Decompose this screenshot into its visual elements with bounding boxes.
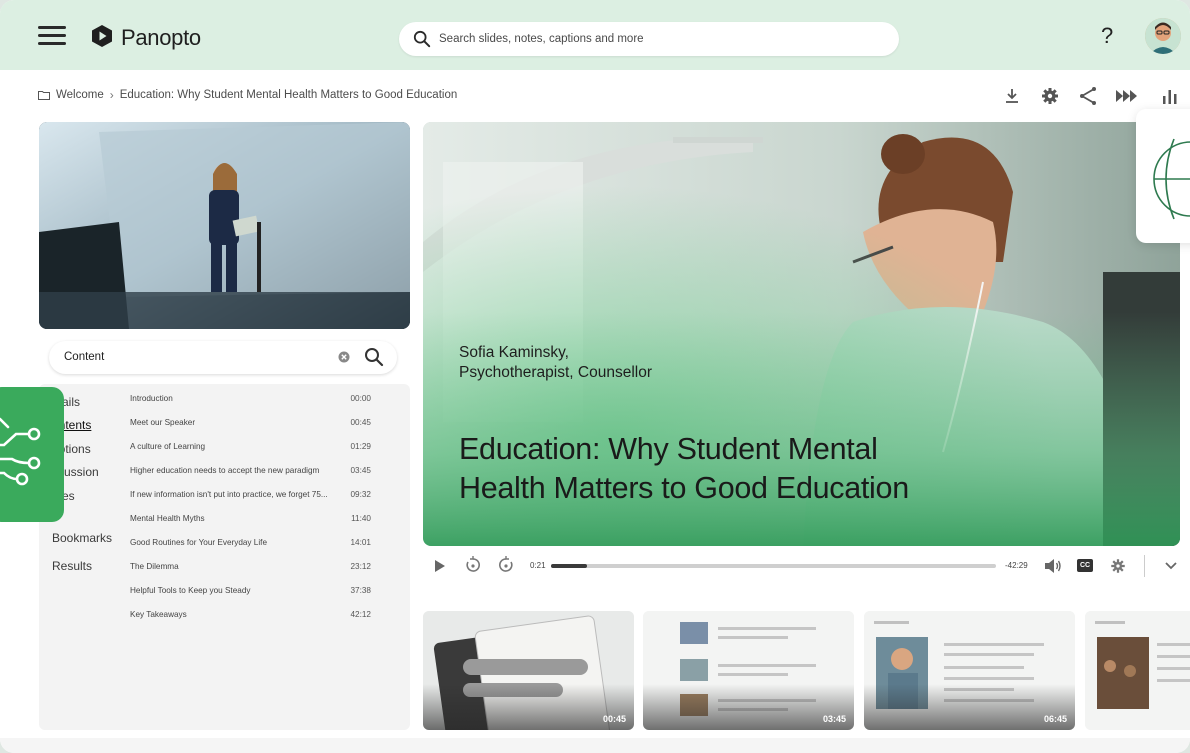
floating-circuit-card xyxy=(0,387,64,522)
thumbnail-duration: 06:45 xyxy=(1043,714,1067,724)
list-item[interactable]: Helpful Tools to Keep you Steady 37:38 xyxy=(130,586,372,600)
fast-forward-icon[interactable] xyxy=(497,556,515,574)
speaker-role: Psychotherapist, Counsellor xyxy=(459,364,652,381)
thumbnail[interactable]: 06:45 xyxy=(864,611,1075,730)
stage-scene-image xyxy=(39,122,410,329)
avatar[interactable] xyxy=(1145,18,1181,54)
toc-title: Introduction xyxy=(130,394,173,403)
toc-title: Good Routines for Your Everyday Life xyxy=(130,538,267,547)
speaker-caption: Sofia Kaminsky, Psychotherapist, Counsel… xyxy=(459,343,652,383)
toc-time: 03:45 xyxy=(350,466,372,475)
toc-title: Meet our Speaker xyxy=(130,418,196,427)
slide-thumbnails: 00:45 03:45 06:45 xyxy=(423,611,1190,730)
settings-icon[interactable] xyxy=(1038,84,1062,108)
video-title-line1: Education: Why Student Mental xyxy=(459,432,878,466)
toc-time: 23:12 xyxy=(350,562,372,571)
player-controls: 0:21 -42:29 CC xyxy=(423,555,1190,577)
floating-card xyxy=(1136,109,1190,243)
thumbnail[interactable] xyxy=(1085,611,1190,730)
toc-title: Higher education needs to accept the new… xyxy=(130,466,320,475)
list-item[interactable]: Higher education needs to accept the new… xyxy=(130,466,372,480)
thumbnail-duration: 03:45 xyxy=(822,714,846,724)
controls-divider xyxy=(1144,555,1145,577)
circuit-icon xyxy=(0,417,41,486)
stats-icon[interactable] xyxy=(1158,84,1182,108)
list-item[interactable]: The Dilemma 23:12 xyxy=(130,562,372,576)
toc-time: 00:45 xyxy=(350,418,372,427)
thumbnail-duration: 00:45 xyxy=(602,714,626,724)
menu-icon[interactable] xyxy=(38,26,66,46)
tab-results[interactable]: Results xyxy=(52,559,92,573)
side-panel xyxy=(39,384,410,730)
toc-time: 37:38 xyxy=(350,586,372,595)
video-title-line2: Health Matters to Good Education xyxy=(459,471,909,505)
thumbnail[interactable]: 00:45 xyxy=(423,611,634,730)
share-icon[interactable] xyxy=(1076,84,1100,108)
closed-captions-button[interactable]: CC xyxy=(1077,559,1093,572)
toc-title: The Dilemma xyxy=(130,562,179,571)
brand-name: Panopto xyxy=(121,25,201,50)
list-item[interactable]: Key Takeaways 42:12 xyxy=(130,610,372,624)
toc-time: 09:32 xyxy=(350,490,372,499)
playback-speed-icon[interactable] xyxy=(1114,84,1138,108)
list-item[interactable]: A culture of Learning 01:29 xyxy=(130,442,372,456)
list-item[interactable]: Good Routines for Your Everyday Life 14:0… xyxy=(130,538,372,552)
current-time: 0:21 xyxy=(530,561,546,570)
video-title: Education: Why Student Mental Health Mat… xyxy=(459,430,909,508)
toc-time: 00:00 xyxy=(350,394,372,403)
globe-icon xyxy=(1153,138,1190,220)
toc-title: Mental Health Myths xyxy=(130,514,205,523)
search-icon[interactable] xyxy=(364,347,384,367)
breadcrumb-root[interactable]: Welcome xyxy=(56,89,104,101)
player-settings-icon[interactable] xyxy=(1109,557,1127,575)
toc-title: Helpful Tools to Keep you Steady xyxy=(130,586,251,595)
remaining-time: -42:29 xyxy=(1005,561,1028,570)
clear-icon[interactable] xyxy=(338,351,350,363)
toc-time: 42:12 xyxy=(350,610,372,619)
chevron-down-icon[interactable] xyxy=(1164,561,1178,571)
thumbnail[interactable]: 03:45 xyxy=(643,611,854,730)
list-item[interactable]: Mental Health Myths 11:40 xyxy=(130,514,371,528)
list-item[interactable]: Introduction 00:00 xyxy=(130,394,372,408)
toc-title: A culture of Learning xyxy=(130,442,206,451)
search-icon xyxy=(413,30,431,48)
help-button[interactable]: ? xyxy=(1101,23,1113,49)
toc-time: 11:40 xyxy=(351,514,371,523)
content-search[interactable]: Content xyxy=(49,341,397,374)
slide-audience-image xyxy=(1085,611,1190,730)
toc-time: 14:01 xyxy=(350,538,372,547)
panopto-logo-icon xyxy=(92,25,112,47)
app-window: Panopto ? Welcome › Educatio xyxy=(0,0,1190,753)
toc-time: 01:29 xyxy=(350,442,372,451)
content-search-label: Content xyxy=(64,351,105,363)
global-search[interactable] xyxy=(399,22,899,56)
speaker-name: Sofia Kaminsky, xyxy=(459,344,569,361)
search-input[interactable] xyxy=(439,30,879,48)
folder-icon xyxy=(38,91,50,100)
breadcrumb-current: Education: Why Student Mental Health Mat… xyxy=(119,89,458,101)
avatar-image xyxy=(1145,18,1181,54)
tab-bookmarks[interactable]: Bookmarks xyxy=(52,531,112,545)
progress-bar[interactable] xyxy=(551,564,996,568)
list-item[interactable]: If new information isn't put into practi… xyxy=(130,490,372,504)
play-icon[interactable] xyxy=(435,560,445,572)
top-bar: Panopto ? xyxy=(0,0,1190,70)
download-icon[interactable] xyxy=(1000,84,1024,108)
secondary-video-stream[interactable] xyxy=(39,122,410,329)
bottom-strip xyxy=(0,738,1190,753)
video-toolbar xyxy=(1000,84,1190,108)
chevron-right-icon: › xyxy=(109,88,114,102)
progress-fill xyxy=(551,564,587,568)
toc-title: Key Takeaways xyxy=(130,610,187,619)
breadcrumb: Welcome › Education: Why Student Mental … xyxy=(38,88,457,102)
rewind-icon[interactable] xyxy=(464,556,482,574)
list-item[interactable]: Meet our Speaker 00:45 xyxy=(130,418,372,432)
toc-title: If new information isn't put into practi… xyxy=(130,490,328,499)
volume-icon[interactable] xyxy=(1044,558,1062,574)
